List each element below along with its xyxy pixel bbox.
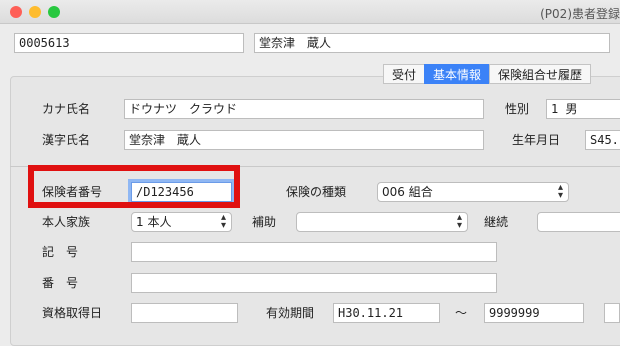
patient-id-field[interactable]: 0005613 bbox=[14, 33, 244, 53]
aux-label: 補助 bbox=[252, 215, 277, 229]
insurance-type-value: 006 組合 bbox=[382, 185, 433, 199]
kana-name-label: カナ氏名 bbox=[42, 102, 91, 116]
tab-bar: 受付 基本情報 保険組合せ履歴 bbox=[383, 64, 592, 84]
kigo-field[interactable] bbox=[131, 242, 497, 262]
birth-date-label: 生年月日 bbox=[512, 133, 561, 147]
minimize-window-button[interactable] bbox=[29, 6, 41, 18]
sex-field[interactable]: 1 男 bbox=[546, 99, 620, 119]
extra-field[interactable] bbox=[604, 303, 620, 323]
kigo-label: 記 号 bbox=[42, 245, 79, 259]
bango-field[interactable] bbox=[131, 273, 497, 293]
acquisition-date-field[interactable] bbox=[131, 303, 238, 323]
validity-to-field[interactable]: 9999999 bbox=[484, 303, 584, 323]
patient-name-field[interactable]: 堂奈津 蔵人 bbox=[254, 33, 610, 53]
chevron-updown-icon: ▴ ▾ bbox=[220, 212, 226, 231]
window-title: (P02)患者登録 bbox=[540, 7, 620, 21]
sex-label: 性別 bbox=[505, 102, 530, 116]
highlight-box bbox=[28, 165, 240, 208]
family-select[interactable]: 1 本人 ▴ ▾ bbox=[131, 212, 232, 232]
tab-basic-info[interactable]: 基本情報 bbox=[424, 64, 491, 84]
title-bar bbox=[0, 0, 620, 24]
chevron-updown-icon: ▴ ▾ bbox=[456, 212, 462, 231]
continuation-label: 継続 bbox=[484, 215, 509, 229]
bango-label: 番 号 bbox=[42, 276, 79, 290]
aux-select[interactable]: ▴ ▾ bbox=[296, 212, 468, 232]
chevron-updown-icon: ▴ ▾ bbox=[557, 182, 563, 201]
insurance-type-label: 保険の種類 bbox=[286, 185, 347, 199]
close-window-button[interactable] bbox=[10, 6, 22, 18]
validity-from-field[interactable]: H30.11.21 bbox=[333, 303, 440, 323]
family-value: 1 本人 bbox=[136, 215, 172, 229]
kanji-name-label: 漢字氏名 bbox=[42, 133, 91, 147]
zoom-window-button[interactable] bbox=[48, 6, 60, 18]
kana-name-field[interactable]: ドウナツ クラウド bbox=[124, 99, 484, 119]
birth-date-field[interactable]: S45. bbox=[585, 130, 620, 150]
acquisition-date-label: 資格取得日 bbox=[42, 306, 103, 320]
insurance-type-select[interactable]: 006 組合 ▴ ▾ bbox=[377, 182, 569, 202]
family-label: 本人家族 bbox=[42, 215, 91, 229]
tab-insurance-history[interactable]: 保険組合せ履歴 bbox=[489, 64, 592, 84]
continuation-select[interactable] bbox=[537, 212, 620, 232]
tab-reception[interactable]: 受付 bbox=[383, 64, 426, 84]
kanji-name-field[interactable]: 堂奈津 蔵人 bbox=[124, 130, 484, 150]
tilde-separator: 〜 bbox=[455, 306, 468, 320]
validity-period-label: 有効期間 bbox=[266, 306, 315, 320]
